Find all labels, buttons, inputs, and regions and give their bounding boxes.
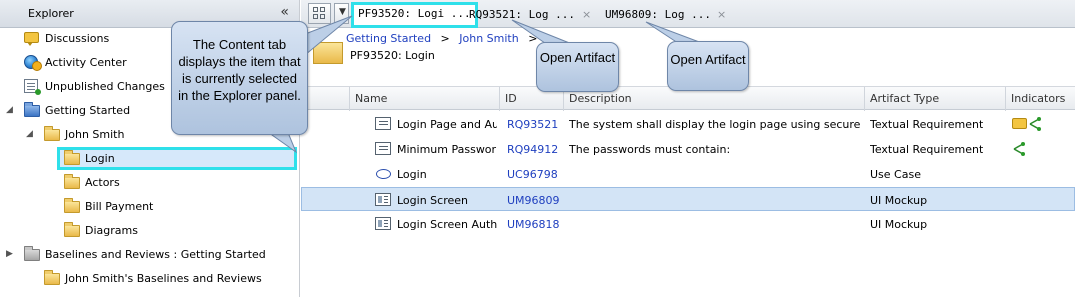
- callout-open-artifact-2: Open Artifact: [667, 41, 749, 91]
- unpublished-changes-icon: [24, 79, 41, 95]
- artifact-title: PF93520: Login: [350, 49, 435, 62]
- cell-name: Login: [397, 168, 427, 181]
- tree-item-label: Actors: [85, 175, 120, 189]
- tab-rq93521[interactable]: RQ93521: Log ...: [469, 4, 575, 27]
- tree-item-activity-center[interactable]: Activity Center: [24, 51, 127, 73]
- tree-item-label: John Smith: [65, 127, 125, 141]
- tree-item-label: Baselines and Reviews : Getting Started: [45, 247, 266, 261]
- cell-type: Textual Requirement: [870, 143, 984, 156]
- close-icon[interactable]: ×: [717, 8, 726, 21]
- folder-icon: [64, 198, 80, 213]
- expanded-triangle-icon[interactable]: ◢: [6, 106, 14, 115]
- column-header-indicators[interactable]: Indicators: [1011, 92, 1065, 105]
- callout-open-artifact-1: Open Artifact: [536, 42, 619, 92]
- cell-type: UI Mockup: [870, 194, 928, 207]
- tab-pf93520[interactable]: PF93520: Logi ...: [351, 2, 478, 28]
- column-divider: [349, 87, 350, 111]
- column-header-artifact-type[interactable]: Artifact Type: [870, 92, 939, 105]
- grid-icon: [313, 7, 327, 21]
- cell-id[interactable]: UM96818: [507, 218, 560, 231]
- tree-item-label: Bill Payment: [85, 199, 154, 213]
- breadcrumb-separator: >: [440, 32, 450, 45]
- cell-type: UI Mockup: [870, 218, 928, 231]
- table-row[interactable]: Login Page and Au RQ93521 The system sha…: [301, 112, 1075, 136]
- cell-type: Use Case: [870, 168, 921, 181]
- table-row[interactable]: Minimum Passwor RQ94912 The passwords mu…: [301, 137, 1075, 161]
- tab-um96809[interactable]: UM96809: Log ...: [605, 4, 711, 27]
- comment-icon[interactable]: [1012, 118, 1027, 129]
- tree-item-diagrams[interactable]: Diagrams: [64, 219, 138, 241]
- tree-item-john-smith[interactable]: John Smith: [44, 123, 124, 145]
- tree-item-discussions[interactable]: Discussions: [24, 27, 109, 49]
- requirement-icon: [375, 142, 391, 155]
- tree-item-label: Getting Started: [45, 103, 131, 117]
- baseline-folder-icon: [24, 246, 40, 261]
- tab-label: PF93520: Logi ...: [358, 7, 471, 20]
- collapsed-triangle-icon[interactable]: ▶: [6, 250, 14, 259]
- callout-content-tab: The Content tab displays the item that i…: [171, 21, 308, 135]
- column-divider: [1005, 87, 1006, 111]
- breadcrumb-john-smith[interactable]: John Smith: [459, 32, 518, 45]
- use-case-icon: [376, 169, 391, 179]
- breadcrumb-separator: >: [528, 32, 538, 45]
- content-tab-bar: ▼ PF93520: Logi ... RQ93521: Log ... × U…: [301, 0, 1075, 28]
- breadcrumb: Getting Started > John Smith >: [346, 32, 543, 45]
- tab-list-dropdown[interactable]: ▼: [334, 3, 349, 24]
- trace-link-icon[interactable]: [1028, 116, 1042, 132]
- cell-id[interactable]: UC96798: [507, 168, 558, 181]
- tree-item-actors[interactable]: Actors: [64, 171, 120, 193]
- trace-link-icon[interactable]: [1012, 141, 1026, 157]
- cell-type: Textual Requirement: [870, 118, 984, 131]
- column-header-description[interactable]: Description: [569, 92, 632, 105]
- cell-name: Login Screen: [397, 194, 468, 207]
- breadcrumb-getting-started[interactable]: Getting Started: [346, 32, 431, 45]
- tree-item-label: Unpublished Changes: [45, 79, 165, 93]
- cell-name: Login Screen Auth: [397, 218, 497, 231]
- folder-icon: [64, 174, 80, 189]
- tree-item-label: Discussions: [45, 31, 110, 45]
- cell-description: The passwords must contain:: [569, 143, 731, 156]
- tree-item-label: John Smith's Baselines and Reviews: [65, 271, 262, 285]
- ui-mockup-icon: [375, 193, 391, 206]
- tab-grid-button[interactable]: [308, 3, 331, 24]
- tree-item-john-smith-baselines[interactable]: John Smith's Baselines and Reviews: [44, 267, 262, 289]
- explorer-title: Explorer: [28, 7, 74, 20]
- chevron-down-icon: ▼: [339, 7, 346, 17]
- project-folder-icon: [24, 102, 40, 117]
- column-header-id[interactable]: ID: [505, 92, 517, 105]
- artifact-folder-icon: [313, 42, 343, 64]
- collapse-panel-button[interactable]: «: [280, 4, 289, 20]
- column-divider: [499, 87, 500, 111]
- discussion-icon: [24, 32, 39, 46]
- tree-item-label: Diagrams: [85, 223, 138, 237]
- close-icon[interactable]: ×: [582, 8, 591, 21]
- tree-item-getting-started[interactable]: Getting Started: [24, 99, 130, 121]
- tree-item-baselines-and-reviews[interactable]: Baselines and Reviews : Getting Started: [24, 243, 266, 265]
- cell-id[interactable]: RQ94912: [507, 143, 558, 156]
- cell-id[interactable]: UM96809: [507, 194, 560, 207]
- folder-icon: [64, 222, 80, 237]
- tab-label: UM96809: Log ...: [605, 8, 711, 21]
- tab-label: RQ93521: Log ...: [469, 8, 575, 21]
- cell-name: Minimum Passwor: [397, 143, 497, 156]
- cell-id[interactable]: RQ93521: [507, 118, 558, 131]
- requirement-icon: [375, 117, 391, 130]
- table-row[interactable]: Login Screen Auth UM96818 UI Mockup: [301, 212, 1075, 236]
- folder-icon: [44, 270, 60, 285]
- table-row[interactable]: Login UC96798 Use Case: [301, 162, 1075, 186]
- column-divider: [864, 87, 865, 111]
- tree-item-label: Activity Center: [45, 55, 127, 69]
- tree-item-bill-payment[interactable]: Bill Payment: [64, 195, 153, 217]
- tree-item-unpublished-changes[interactable]: Unpublished Changes: [24, 75, 165, 97]
- expanded-triangle-icon[interactable]: ◢: [26, 130, 34, 139]
- ui-mockup-icon: [375, 217, 391, 230]
- folder-icon: [44, 126, 60, 141]
- column-header-name[interactable]: Name: [355, 92, 387, 105]
- login-highlight-box: [57, 147, 297, 170]
- table-row-selected[interactable]: Login Screen UM96809 UI Mockup: [301, 187, 1075, 211]
- cell-description: The system shall display the login page …: [569, 118, 861, 131]
- cell-name: Login Page and Au: [397, 118, 497, 131]
- activity-center-icon: [24, 55, 42, 71]
